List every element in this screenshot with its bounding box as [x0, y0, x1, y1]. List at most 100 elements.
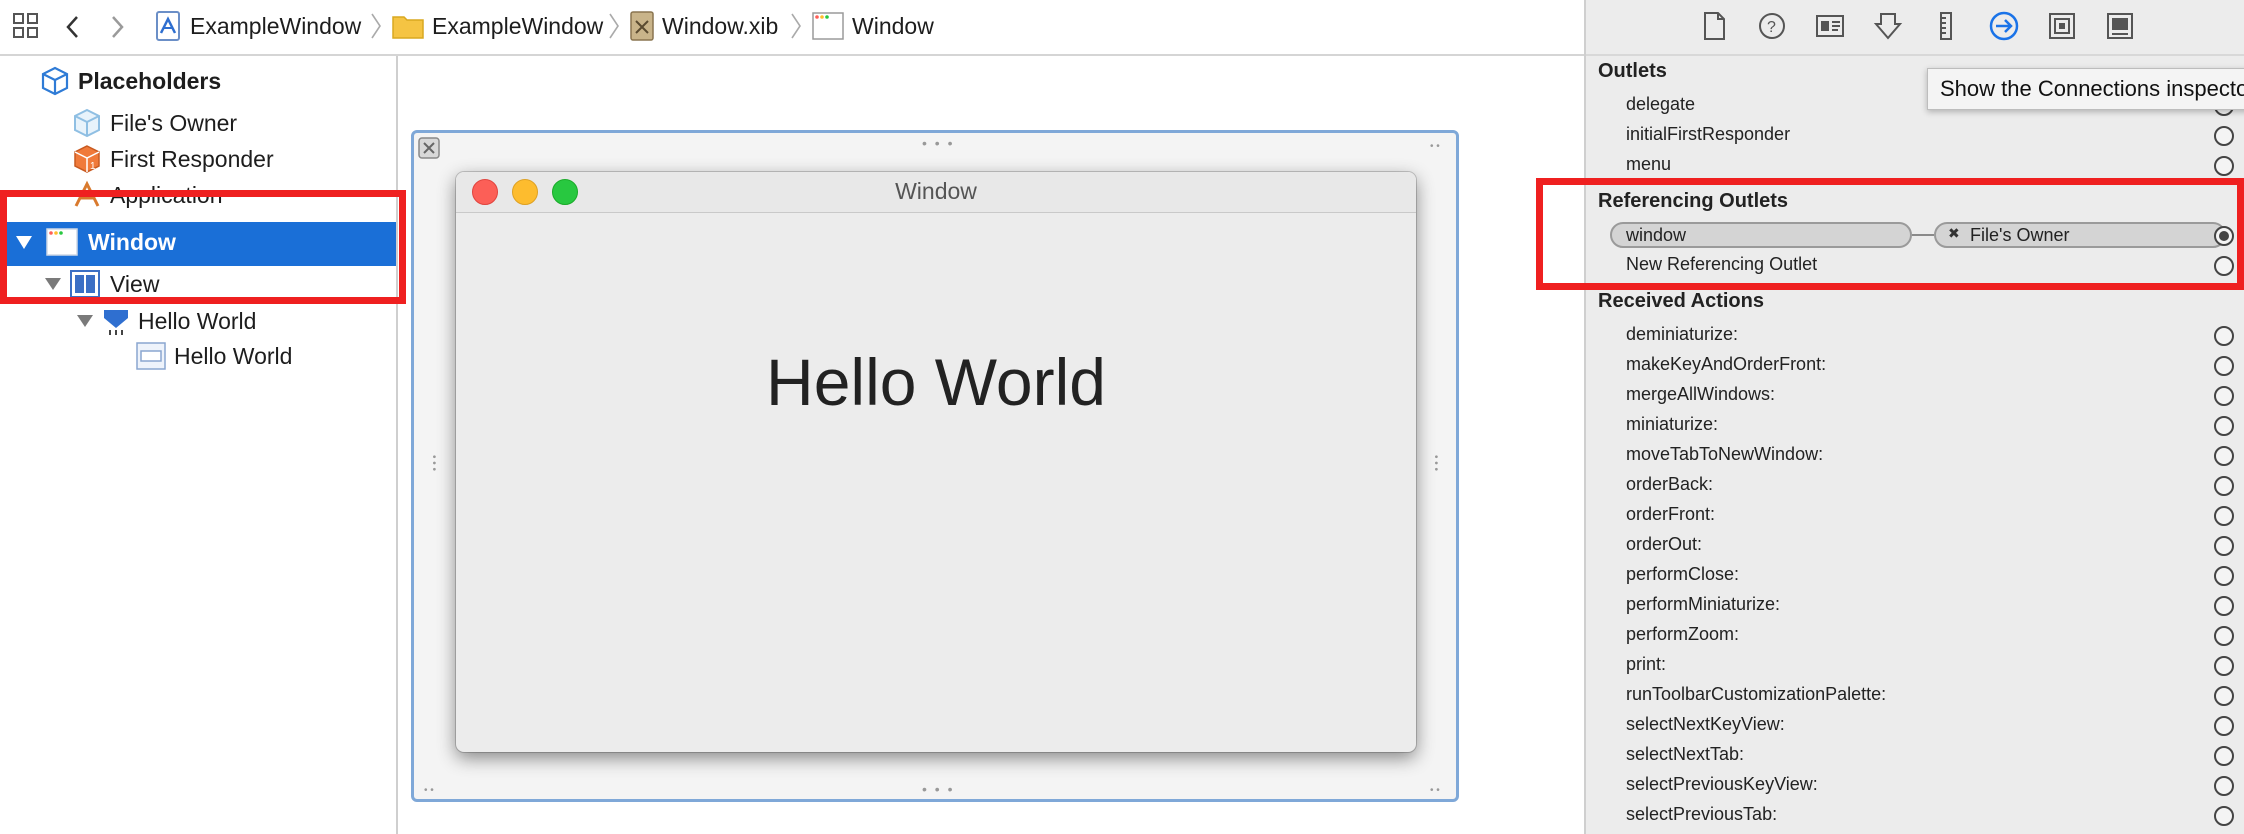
received-action-row: selectPreviousKeyView: — [1626, 774, 1818, 794]
window-title: Window — [895, 178, 977, 204]
connection-circle-filled[interactable] — [2214, 226, 2234, 246]
connection-circle[interactable] — [2214, 506, 2234, 526]
size-inspector-icon[interactable] — [1930, 10, 1962, 42]
transparent-cube-icon — [74, 108, 100, 138]
received-action-row: moveTabToNewWindow: — [1626, 444, 1824, 464]
breadcrumb-group[interactable]: ExampleWindow — [392, 10, 603, 42]
connections-inspector: ? Outlets delegate initialFirstResponder — [1584, 0, 2244, 834]
connection-circle[interactable] — [2214, 256, 2234, 276]
bindings-inspector-icon[interactable] — [2046, 10, 2078, 42]
new-referencing-outlet-row: New Referencing Outlet — [1626, 254, 1818, 274]
received-action-row: selectPreviousTab: — [1626, 804, 1778, 824]
outline-item-first-responder[interactable]: 1 First Responder — [72, 144, 274, 174]
forward-arrow-icon[interactable] — [106, 14, 128, 40]
outlets-section-title: Outlets — [1598, 60, 1667, 82]
document-outline: Placeholders File's Owner 1 First Respon… — [0, 56, 398, 834]
connection-line — [1912, 234, 1934, 236]
connection-circle[interactable] — [2214, 126, 2234, 146]
connection-circle[interactable] — [2214, 776, 2234, 796]
outline-item-window[interactable]: Window — [14, 228, 176, 256]
disconnect-x-icon[interactable]: ✖ — [1948, 225, 1960, 242]
connection-circle[interactable] — [2214, 536, 2234, 556]
received-action-row: orderFront: — [1626, 504, 1716, 524]
resize-handle-icon[interactable]: • • — [424, 785, 434, 796]
cube-icon — [41, 66, 69, 96]
outlet-row: initialFirstResponder — [1626, 124, 1791, 144]
outlet-pill-files-owner[interactable]: ✖ File's Owner — [1934, 222, 2226, 248]
application-icon — [74, 180, 100, 207]
connection-circle[interactable] — [2214, 806, 2234, 826]
connection-circle[interactable] — [2214, 156, 2234, 176]
breadcrumb-window[interactable]: Window — [812, 10, 934, 42]
text-field-object-icon — [104, 310, 128, 335]
back-arrow-icon[interactable] — [62, 14, 84, 40]
svg-text:1: 1 — [90, 161, 96, 172]
disclosure-triangle-open-icon[interactable] — [14, 232, 34, 252]
resize-handle-icon[interactable]: • • — [1430, 141, 1440, 152]
resize-handle-icon[interactable]: • • • — [922, 135, 954, 151]
view-effects-inspector-icon[interactable] — [2104, 10, 2136, 42]
received-action-row: performClose: — [1626, 564, 1740, 584]
received-action-row: orderBack: — [1626, 474, 1714, 494]
connection-circle[interactable] — [2214, 476, 2234, 496]
xcode-project-icon — [156, 11, 180, 41]
received-action-row: mergeAllWindows: — [1626, 384, 1776, 404]
outlet-pill-window[interactable]: window — [1610, 222, 1912, 248]
disclosure-triangle-open-icon[interactable] — [44, 275, 62, 293]
connection-circle[interactable] — [2214, 746, 2234, 766]
window-icon — [812, 12, 844, 40]
resize-handle-icon[interactable]: • • • — [428, 455, 439, 471]
resize-handle-icon[interactable]: • • — [1430, 785, 1440, 796]
connection-circle[interactable] — [2214, 386, 2234, 406]
received-action-row: selectNextKeyView: — [1626, 714, 1785, 734]
connection-circle[interactable] — [2214, 446, 2234, 466]
resize-handle-icon[interactable]: • • • — [1430, 455, 1441, 471]
connection-circle[interactable] — [2214, 356, 2234, 376]
resize-handle-icon[interactable]: • • • — [922, 781, 954, 797]
received-action-row: print: — [1626, 654, 1667, 674]
inspector-tabs: ? — [1586, 0, 2244, 56]
received-action-row: performMiniaturize: — [1626, 594, 1781, 614]
received-action-row: performZoom: — [1626, 624, 1740, 644]
tooltip: Show the Connections inspector — [1927, 68, 2244, 110]
hello-world-label[interactable]: Hello World — [456, 344, 1416, 420]
outline-item-application[interactable]: Application — [72, 180, 223, 210]
placeholders-header: Placeholders — [40, 66, 221, 96]
file-inspector-icon[interactable] — [1698, 10, 1730, 42]
received-action-row: orderOut: — [1626, 534, 1703, 554]
connection-circle[interactable] — [2214, 326, 2234, 346]
connection-circle[interactable] — [2214, 596, 2234, 616]
connection-circle[interactable] — [2214, 416, 2234, 436]
outline-item-hello-world-field[interactable]: Hello World — [76, 306, 256, 336]
designed-window[interactable]: Window Hello World — [456, 172, 1416, 752]
connection-circle[interactable] — [2214, 626, 2234, 646]
breadcrumb-separator-icon — [609, 13, 619, 39]
breadcrumb-project[interactable]: ExampleWindow — [156, 10, 361, 42]
received-action-row: deminiaturize: — [1626, 324, 1739, 344]
window-icon — [46, 228, 78, 256]
breadcrumb-file[interactable]: Window.xib — [630, 10, 778, 42]
connection-circle[interactable] — [2214, 686, 2234, 706]
view-icon — [70, 270, 100, 298]
close-scene-icon[interactable] — [418, 137, 440, 159]
received-actions-title: Received Actions — [1598, 290, 1764, 312]
related-items-icon[interactable] — [12, 12, 40, 40]
outline-item-hello-world-cell[interactable]: Hello World — [136, 342, 292, 370]
connection-circle[interactable] — [2214, 716, 2234, 736]
attributes-inspector-icon[interactable] — [1872, 10, 1904, 42]
identity-inspector-icon[interactable] — [1814, 10, 1846, 42]
window-titlebar[interactable]: Window — [456, 172, 1416, 213]
connection-circle[interactable] — [2214, 656, 2234, 676]
first-responder-cube-icon: 1 — [74, 145, 100, 173]
outline-item-files-owner[interactable]: File's Owner — [72, 108, 237, 138]
received-action-row: makeKeyAndOrderFront: — [1626, 354, 1827, 374]
disclosure-triangle-open-icon[interactable] — [76, 312, 94, 330]
breadcrumb-separator-icon — [791, 13, 801, 39]
connection-circle[interactable] — [2214, 566, 2234, 586]
outline-item-view[interactable]: View — [44, 270, 159, 298]
jump-bar: ExampleWindow ExampleWindow Window.xib W… — [0, 0, 1584, 56]
help-inspector-icon[interactable]: ? — [1756, 10, 1788, 42]
received-action-row: miniaturize: — [1626, 414, 1719, 434]
referencing-outlets-title: Referencing Outlets — [1598, 190, 1789, 212]
connections-inspector-icon[interactable] — [1988, 10, 2020, 42]
